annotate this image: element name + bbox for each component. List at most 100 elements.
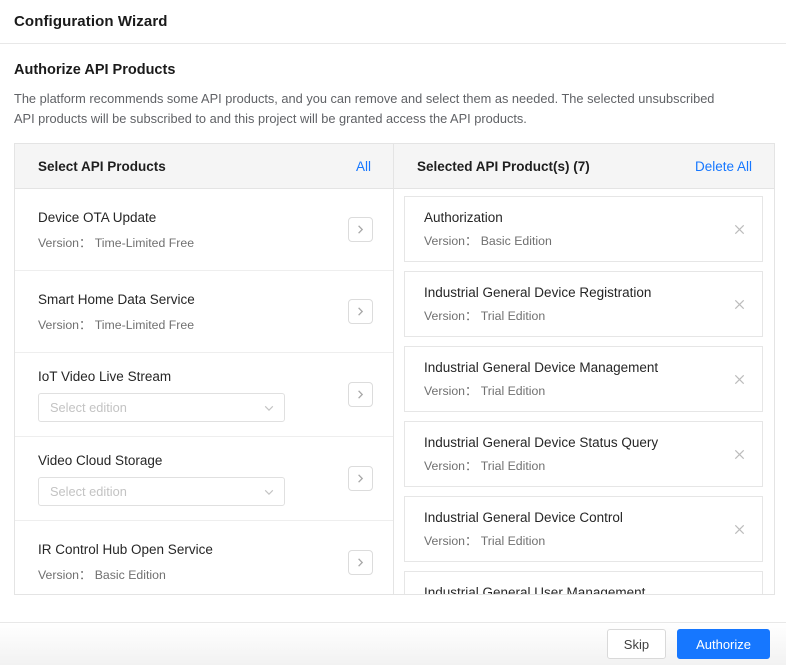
product-version: Version： Trial Edition	[424, 382, 658, 400]
version-value: Trial Edition	[480, 384, 546, 398]
move-to-selected-button[interactable]	[348, 382, 373, 407]
chevron-right-icon	[355, 557, 366, 568]
selected-product-info: Industrial General Device Status Query V…	[424, 433, 658, 475]
selected-product-card[interactable]: Authorization Version： Basic Edition	[404, 196, 763, 262]
close-icon	[733, 448, 746, 461]
chevron-right-icon	[355, 224, 366, 235]
version-label: Version：	[38, 235, 92, 250]
selected-product-card[interactable]: Industrial General Device Status Query V…	[404, 421, 763, 487]
product-version: Version： Time-Limited Free	[38, 234, 336, 252]
version-value: Time-Limited Free	[94, 317, 195, 332]
version-label: Version：	[424, 534, 478, 548]
product-version: Version： Basic Edition	[424, 232, 552, 250]
page-title: Authorize API Products	[14, 62, 176, 78]
product-version: Version： Trial Edition	[424, 457, 658, 475]
version-value: Basic Edition	[94, 568, 166, 582]
remove-product-button[interactable]	[728, 518, 750, 540]
available-product-row[interactable]: IoT Video Live Stream Select edition	[15, 353, 393, 437]
edition-select[interactable]: Select edition	[38, 477, 285, 506]
available-panel-header: Select API Products All	[15, 144, 393, 189]
version-label: Version：	[424, 309, 478, 323]
selected-product-info: Industrial General Device Registration V…	[424, 283, 651, 325]
move-to-selected-button[interactable]	[348, 217, 373, 242]
edition-select-placeholder: Select edition	[50, 484, 127, 499]
available-products-panel: Select API Products All Device OTA Updat…	[15, 144, 394, 594]
available-products-scroll[interactable]: Device OTA Update Version： Time-Limited …	[15, 189, 393, 594]
move-to-selected-button[interactable]	[348, 549, 373, 575]
product-version: Version： Time-Limited Free	[38, 316, 336, 334]
product-version: Version： Basic Edition	[38, 566, 336, 584]
product-name: Video Cloud Storage	[38, 453, 163, 468]
product-name: Smart Home Data Service	[38, 291, 195, 307]
remove-product-button[interactable]	[728, 293, 750, 315]
product-name: Industrial General User Management	[424, 585, 646, 594]
close-icon	[733, 373, 746, 386]
product-name: Industrial General Device Registration	[424, 285, 652, 300]
skip-button[interactable]: Skip	[606, 629, 667, 659]
delete-all-link[interactable]: Delete All	[695, 159, 752, 174]
remove-product-button[interactable]	[728, 218, 750, 240]
api-product-transfer: Select API Products All Device OTA Updat…	[14, 143, 775, 595]
product-name: Authorization	[424, 210, 503, 225]
dialog-body: Authorize API Products The platform reco…	[0, 44, 786, 622]
version-value: Basic Edition	[480, 234, 552, 248]
available-product-row[interactable]: Smart Home Data Service Version： Time-Li…	[15, 271, 393, 353]
version-value: Trial Edition	[480, 534, 546, 548]
version-label: Version：	[424, 459, 478, 473]
selected-panel-header: Selected API Product(s) (7) Delete All	[394, 144, 774, 189]
selected-product-card[interactable]: Industrial General User Management Versi…	[404, 571, 763, 594]
chevron-down-icon	[263, 486, 275, 498]
selected-product-card[interactable]: Industrial General Device Management Ver…	[404, 346, 763, 412]
available-product-info: Smart Home Data Service Version： Time-Li…	[38, 290, 336, 334]
chevron-down-icon	[263, 402, 275, 414]
version-value: Time-Limited Free	[94, 235, 195, 250]
product-version: Version： Trial Edition	[424, 532, 623, 550]
dialog-title: Configuration Wizard	[14, 13, 168, 30]
version-label: Version：	[424, 234, 478, 248]
selected-product-card[interactable]: Industrial General Device Registration V…	[404, 271, 763, 337]
chevron-right-icon	[355, 473, 366, 484]
selected-product-card[interactable]: Industrial General Device Control Versio…	[404, 496, 763, 562]
version-label: Version：	[424, 384, 478, 398]
version-value: Trial Edition	[480, 309, 546, 323]
selected-product-info: Industrial General Device Management Ver…	[424, 358, 658, 400]
dialog-footer: Skip Authorize	[0, 622, 786, 665]
close-icon	[733, 523, 746, 536]
move-to-selected-button[interactable]	[348, 299, 373, 324]
selected-product-info: Industrial General Device Control Versio…	[424, 508, 623, 550]
version-label: Version：	[38, 568, 92, 582]
selected-products-panel: Selected API Product(s) (7) Delete All A…	[394, 144, 774, 594]
close-icon	[733, 223, 746, 236]
product-name: IR Control Hub Open Service	[38, 542, 213, 557]
edition-select-placeholder: Select edition	[50, 400, 127, 415]
remove-product-button[interactable]	[728, 593, 750, 594]
edition-select[interactable]: Select edition	[38, 393, 285, 422]
selected-products-scroll[interactable]: Authorization Version： Basic Edition Ind…	[394, 189, 774, 594]
remove-product-button[interactable]	[728, 443, 750, 465]
dialog-titlebar: Configuration Wizard	[0, 0, 786, 44]
product-version: Version： Trial Edition	[424, 307, 651, 325]
product-name: Industrial General Device Status Query	[424, 435, 659, 450]
available-product-row[interactable]: Video Cloud Storage Select edition	[15, 437, 393, 521]
page-description: The platform recommends some API product…	[14, 91, 715, 126]
remove-product-button[interactable]	[728, 368, 750, 390]
selected-product-info: Industrial General User Management Versi…	[424, 583, 645, 594]
selected-panel-title: Selected API Product(s) (7)	[417, 158, 590, 174]
authorize-button[interactable]: Authorize	[677, 629, 770, 659]
available-product-row[interactable]: Device OTA Update Version： Time-Limited …	[15, 189, 393, 271]
available-product-info: IoT Video Live Stream Select edition	[38, 367, 336, 422]
move-to-selected-button[interactable]	[348, 466, 373, 491]
product-name: Industrial General Device Management	[424, 360, 659, 375]
close-icon	[733, 298, 746, 311]
chevron-right-icon	[355, 306, 366, 317]
version-label: Version：	[38, 317, 92, 332]
available-panel-title: Select API Products	[38, 158, 166, 174]
chevron-right-icon	[355, 389, 366, 400]
available-product-row[interactable]: IR Control Hub Open Service Version： Bas…	[15, 521, 393, 594]
selected-product-info: Authorization Version： Basic Edition	[424, 208, 552, 250]
product-name: Industrial General Device Control	[424, 510, 623, 525]
available-product-info: Video Cloud Storage Select edition	[38, 451, 336, 506]
version-value: Trial Edition	[480, 459, 546, 473]
product-name: Device OTA Update	[38, 209, 157, 225]
select-all-link[interactable]: All	[356, 159, 371, 174]
